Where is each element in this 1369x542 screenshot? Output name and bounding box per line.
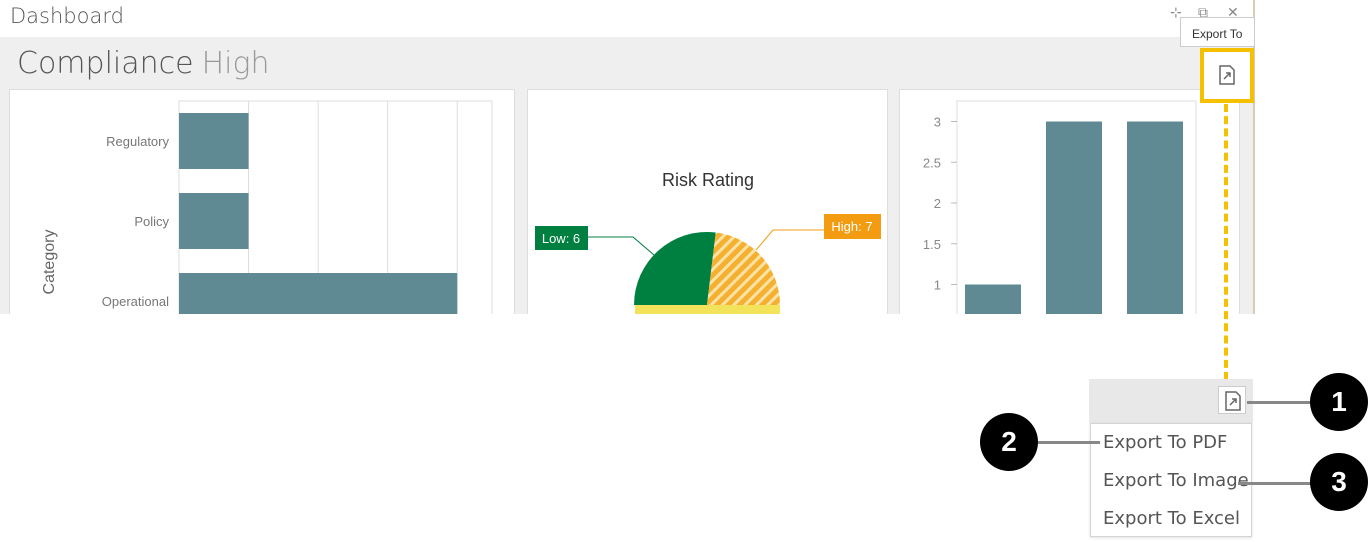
y-tick-label: 2.5 xyxy=(923,155,941,170)
dashboard-title: Compliance High xyxy=(17,46,270,81)
y-tick-label: 3 xyxy=(934,115,941,130)
category-chart-card: Regulatory Policy Operational Category xyxy=(9,89,515,314)
callout-3: 3 xyxy=(1310,453,1368,511)
count-bar-chart: 3 2.5 2 1.5 1 xyxy=(923,100,1197,314)
export-button[interactable] xyxy=(1218,386,1246,414)
y-tick-label: 1.5 xyxy=(923,237,941,252)
low-slice xyxy=(634,232,716,305)
count-chart-card: 3 2.5 2 1.5 1 xyxy=(899,89,1240,314)
export-excel-item[interactable]: Export To Excel xyxy=(1103,508,1240,529)
export-tooltip: Export To xyxy=(1180,17,1255,47)
window-titlebar: Dashboard ⊹ ⧉ ✕ xyxy=(0,0,1255,36)
callout-2: 2 xyxy=(980,413,1038,471)
high-slice xyxy=(707,232,780,305)
export-image-item[interactable]: Export To Image xyxy=(1103,470,1249,491)
medium-slice xyxy=(635,305,780,314)
export-icon xyxy=(1219,65,1235,85)
dashboard-title-subtitle: High xyxy=(201,46,270,81)
category-bar-chart: Regulatory Policy Operational Category xyxy=(41,100,493,314)
bar xyxy=(179,193,249,249)
export-button-highlight[interactable] xyxy=(1200,48,1254,103)
category-tick-label: Policy xyxy=(134,214,169,229)
callout-1-pointer xyxy=(1247,401,1311,404)
dashboard-title-main: Compliance xyxy=(17,46,194,81)
export-pdf-item[interactable]: Export To PDF xyxy=(1103,432,1227,453)
risk-rating-card: Risk Rating Low: 6 High: 7 xyxy=(527,89,888,314)
callout-2-pointer xyxy=(1038,441,1100,444)
export-menu: Export To PDF Export To Image Export To … xyxy=(1090,423,1252,537)
bar xyxy=(179,273,458,314)
callout-3-pointer xyxy=(1238,482,1311,485)
callout-1: 1 xyxy=(1310,373,1368,431)
y-axis-label: Category xyxy=(41,230,58,295)
y-tick-label: 1 xyxy=(934,278,941,293)
category-tick-label: Regulatory xyxy=(106,134,169,149)
low-leader-line xyxy=(588,236,655,256)
bar xyxy=(1046,121,1102,314)
low-data-label: Low: 6 xyxy=(542,231,580,246)
high-data-label: High: 7 xyxy=(831,219,872,234)
export-icon xyxy=(1225,391,1241,411)
bar xyxy=(965,284,1021,314)
bar xyxy=(1127,121,1183,314)
category-tick-label: Operational xyxy=(102,294,169,309)
high-leader-line xyxy=(755,229,826,251)
dashboard-panel: Compliance High Regulatory Policy Operation… xyxy=(0,37,1253,314)
zoom-connector-line xyxy=(1224,104,1228,380)
bar xyxy=(179,113,249,169)
window-title: Dashboard xyxy=(10,4,124,28)
risk-rating-pie-chart: Risk Rating Low: 6 High: 7 xyxy=(535,170,881,314)
y-tick-label: 2 xyxy=(934,196,941,211)
chart-title: Risk Rating xyxy=(662,170,754,190)
